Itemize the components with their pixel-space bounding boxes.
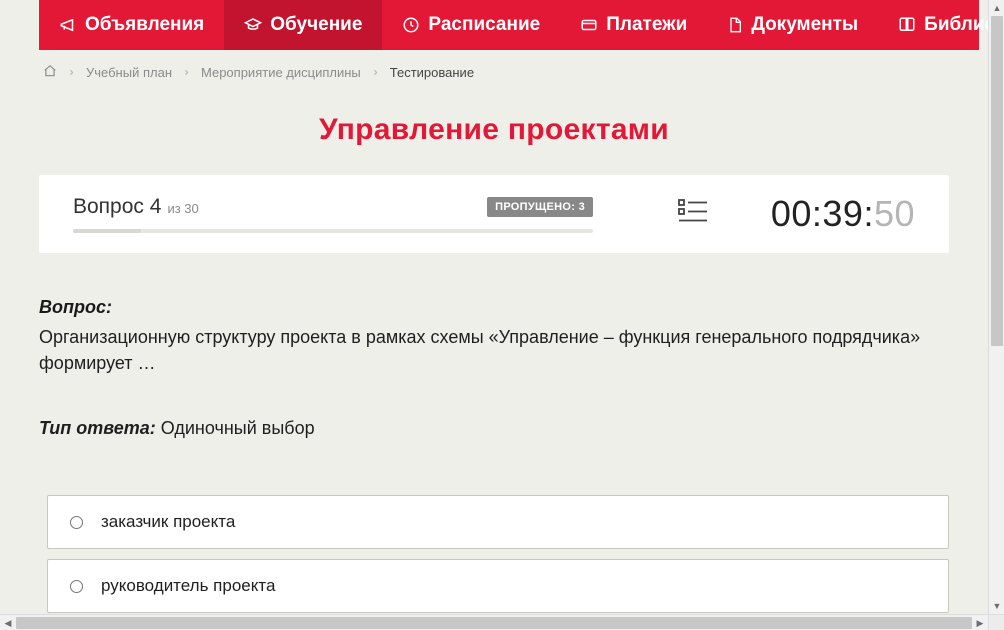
chevron-right-icon xyxy=(182,68,191,77)
nav-label: Библиотека xyxy=(924,14,988,36)
answer-radio[interactable] xyxy=(70,580,83,593)
graduation-icon xyxy=(244,16,262,34)
nav-item-announcements[interactable]: Объявления xyxy=(39,0,224,50)
skipped-badge: ПРОПУЩЕНО: 3 xyxy=(487,197,593,217)
breadcrumb-home[interactable] xyxy=(43,64,57,81)
chevron-right-icon xyxy=(67,68,76,77)
document-icon xyxy=(727,16,743,34)
question-block: Вопрос: Организационную структуру проект… xyxy=(39,297,949,614)
card-icon xyxy=(580,16,598,34)
home-icon xyxy=(43,66,57,81)
progress-fill xyxy=(73,229,141,233)
nav-item-education[interactable]: Обучение xyxy=(224,0,382,50)
scroll-left-arrow[interactable]: ◀ xyxy=(0,615,16,630)
top-nav: Объявления Обучение Расписание xyxy=(39,0,979,50)
question-heading: Вопрос: xyxy=(39,297,949,318)
scroll-thumb[interactable] xyxy=(16,617,972,629)
question-text: Организационную структуру проекта в рамк… xyxy=(39,324,939,376)
answers-list: заказчик проекта руководитель проекта xyxy=(47,495,949,614)
nav-label: Расписание xyxy=(428,14,540,36)
breadcrumb: Учебный план Мероприятие дисциплины Тест… xyxy=(9,50,979,95)
answer-radio[interactable] xyxy=(70,516,83,529)
scroll-corner xyxy=(988,614,1004,630)
nav-item-schedule[interactable]: Расписание xyxy=(382,0,560,50)
chevron-right-icon xyxy=(371,68,380,77)
scroll-right-arrow[interactable]: ▶ xyxy=(972,615,988,630)
nav-label: Объявления xyxy=(85,14,204,36)
question-of: из 30 xyxy=(167,201,198,216)
progress-bar xyxy=(73,229,593,233)
nav-item-payments[interactable]: Платежи xyxy=(560,0,707,50)
nav-item-documents[interactable]: Документы xyxy=(707,0,878,50)
horizontal-scrollbar[interactable]: ◀ ▶ xyxy=(0,614,988,630)
answer-label: руководитель проекта xyxy=(101,576,275,596)
nav-label: Документы xyxy=(751,14,858,36)
vertical-scrollbar[interactable]: ▲ ▼ xyxy=(988,0,1004,614)
scroll-up-arrow[interactable]: ▲ xyxy=(989,0,1004,16)
progress-area: Вопрос 4 из 30 ПРОПУЩЕНО: 3 xyxy=(73,195,593,233)
book-icon xyxy=(898,16,916,34)
timer-ms: 50 xyxy=(874,193,915,234)
status-card: Вопрос 4 из 30 ПРОПУЩЕНО: 3 xyxy=(39,175,949,253)
question-list-button[interactable] xyxy=(678,199,708,230)
timer: 00:39:50 xyxy=(771,193,915,235)
breadcrumb-item[interactable]: Мероприятие дисциплины xyxy=(201,65,361,80)
nav-label: Платежи xyxy=(606,14,687,36)
answer-type-row: Тип ответа: Одиночный выбор xyxy=(39,418,949,439)
breadcrumb-item[interactable]: Учебный план xyxy=(86,65,172,80)
scroll-down-arrow[interactable]: ▼ xyxy=(989,598,1004,614)
nav-label: Обучение xyxy=(270,14,362,36)
answer-option[interactable]: заказчик проекта xyxy=(47,495,949,549)
breadcrumb-current: Тестирование xyxy=(390,65,474,80)
answer-type-label: Тип ответа: xyxy=(39,418,156,438)
scroll-thumb[interactable] xyxy=(991,16,1003,346)
answer-label: заказчик проекта xyxy=(101,512,235,532)
clock-icon xyxy=(402,16,420,34)
page-title: Управление проектами xyxy=(9,113,979,147)
timer-main: 00:39: xyxy=(771,193,874,234)
answer-option[interactable]: руководитель проекта xyxy=(47,559,949,613)
megaphone-icon xyxy=(59,16,77,34)
answer-type-value: Одиночный выбор xyxy=(156,418,315,438)
question-number: Вопрос 4 xyxy=(73,195,161,219)
nav-item-library[interactable]: Библиотека xyxy=(878,0,988,50)
